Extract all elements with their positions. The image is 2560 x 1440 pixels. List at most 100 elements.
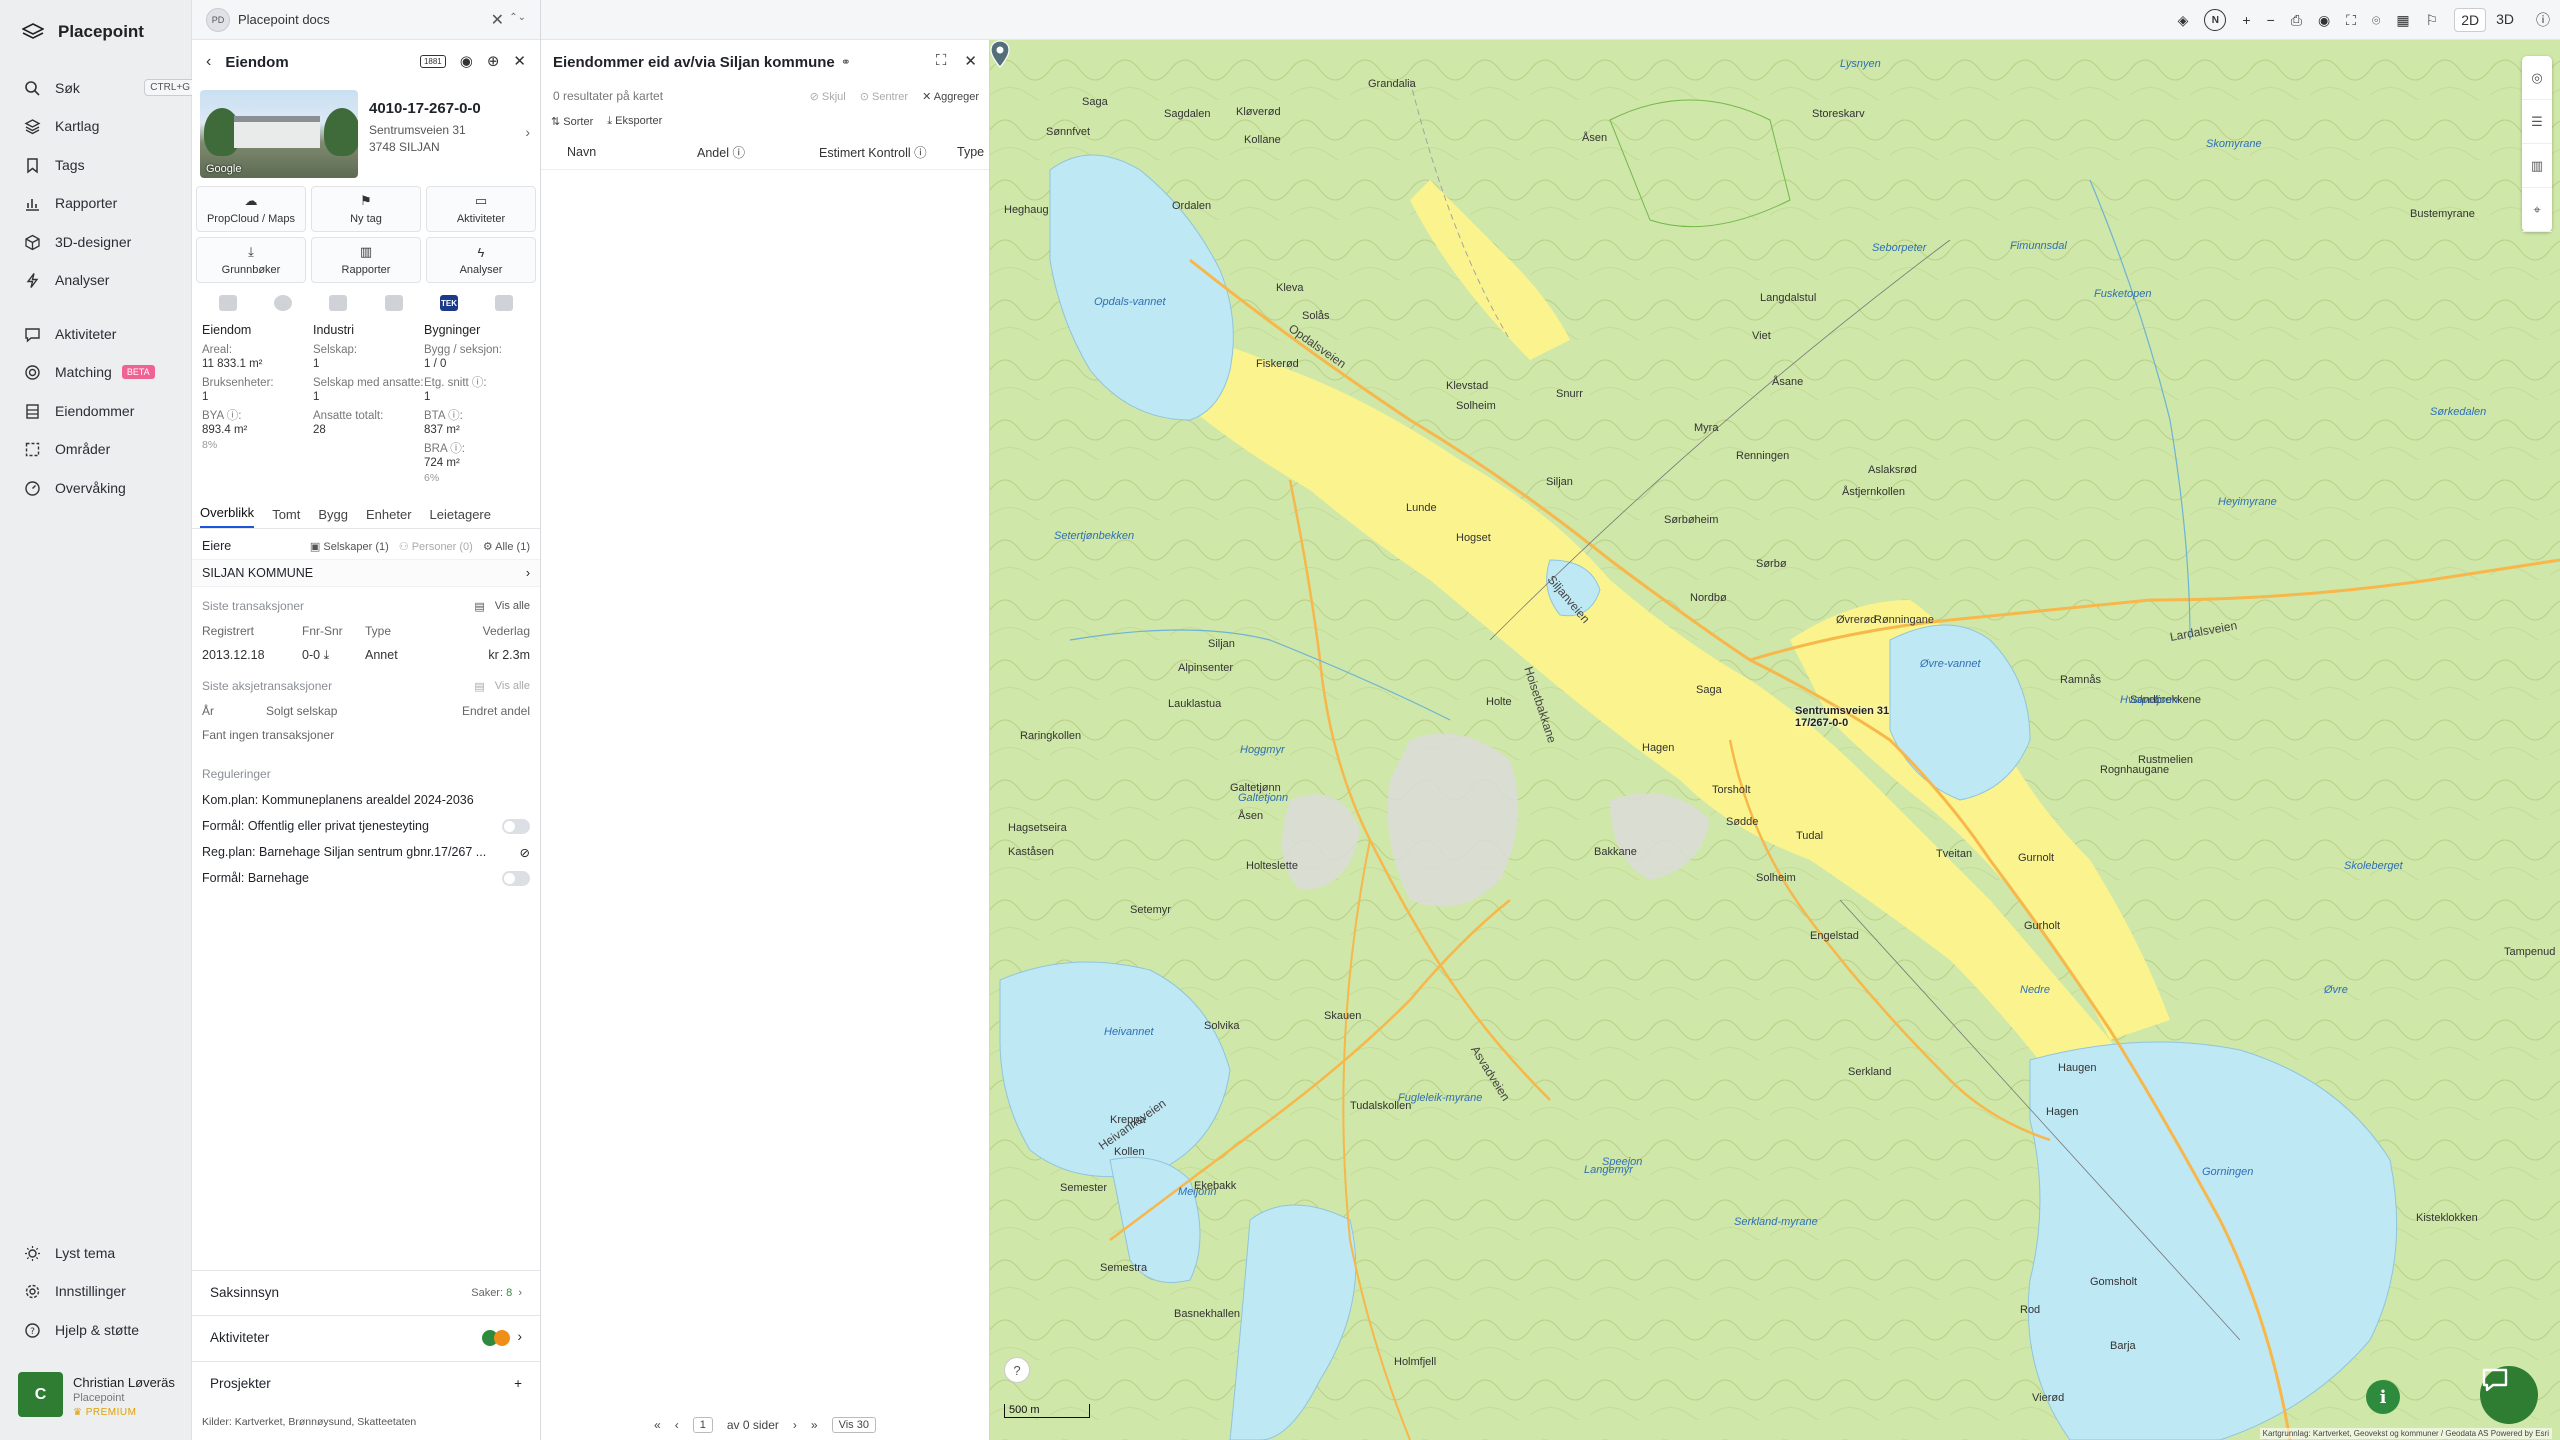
info-icon[interactable]: ⓘ <box>2536 10 2550 30</box>
back-arrow-icon[interactable]: ‹ <box>206 53 211 71</box>
nav-item-rapporter[interactable]: Rapporter <box>24 191 174 215</box>
saksinnsyn-section[interactable]: Saksinnsyn Saker: 8 › <box>192 1270 540 1314</box>
filter-companies[interactable]: ▣ Selskaper (1) <box>310 540 389 553</box>
prev-page-icon[interactable]: ‹ <box>675 1418 679 1432</box>
zoom-out-icon[interactable]: − <box>2267 12 2275 28</box>
hide-button[interactable]: ⊘ Skjul <box>810 90 846 103</box>
view-all-stock[interactable]: ▤ Vis alle <box>474 680 530 693</box>
map-legend-icon[interactable]: ☰ <box>2522 100 2552 144</box>
eye-icon[interactable]: ◉ <box>2318 12 2330 29</box>
tab-tomt[interactable]: Tomt <box>272 507 300 528</box>
tab-bygg[interactable]: Bygg <box>318 507 348 528</box>
nav-item-kartlag[interactable]: Kartlag <box>24 114 174 138</box>
regulation-toggle[interactable] <box>502 818 530 834</box>
nav-item-analyser[interactable]: Analyser <box>24 268 174 292</box>
map-chart-icon[interactable]: ▥ <box>2522 144 2552 188</box>
tab-leietagere[interactable]: Leietagere <box>430 507 491 528</box>
compass-icon[interactable]: N <box>2204 9 2227 31</box>
map-measure-icon[interactable]: ⌖ <box>2522 188 2552 232</box>
chevron-right-icon[interactable]: › <box>525 124 530 140</box>
chat-button[interactable] <box>2480 1366 2538 1424</box>
filter-all[interactable]: ⚙ Alle (1) <box>483 540 530 553</box>
per-page-select[interactable]: Vis 30 <box>831 1417 876 1433</box>
reports-button[interactable]: ▥ Rapporter <box>311 237 421 283</box>
map-layers-icon[interactable]: ◎ <box>2522 56 2552 100</box>
brand[interactable]: Placepoint <box>22 22 144 42</box>
nav-item-eiendommer[interactable]: Eiendommer <box>24 399 174 423</box>
expand-icon[interactable]: ⛶ <box>936 52 947 70</box>
nav-item-aktiviteter[interactable]: Aktiviteter <box>24 322 174 346</box>
info-icon[interactable]: i <box>2366 1380 2400 1414</box>
analyses-button[interactable]: ϟ Analyser <box>426 237 536 283</box>
view-2d-button[interactable]: 2D <box>2454 8 2487 32</box>
filter-persons[interactable]: ⚇ Personer (0) <box>399 540 473 553</box>
regulation-item[interactable]: Kom.plan: Kommuneplanens arealdel 2024-2… <box>202 787 530 813</box>
close-icon[interactable]: ✕ <box>491 10 504 30</box>
street-view-photo[interactable]: Google <box>200 90 358 178</box>
last-page-icon[interactable]: » <box>811 1418 818 1432</box>
close-icon[interactable]: ✕ <box>513 52 526 70</box>
plus-icon[interactable]: + <box>514 1376 522 1391</box>
column-header-type[interactable]: Type <box>957 145 984 159</box>
grid-icon[interactable]: ▦ <box>2396 12 2409 29</box>
column-header-kontroll[interactable]: Estimert Kontroll ⓘ <box>819 142 927 161</box>
source-item[interactable]: Skatteetaten <box>357 1416 416 1428</box>
close-icon[interactable]: ✕ <box>964 52 977 70</box>
industry-icon[interactable] <box>329 295 348 311</box>
nav-item-3d-designer[interactable]: 3D-designer <box>24 230 174 254</box>
location-pin-icon[interactable] <box>990 40 1010 68</box>
nav-item-overvaking[interactable]: Overvåking <box>24 476 174 500</box>
source-item[interactable]: Kartverket, <box>235 1416 286 1428</box>
aggregate-button[interactable]: ✕ Aggreger <box>922 90 979 103</box>
user-profile[interactable]: C Christian Løveräs Placepoint ♛ PREMIUM <box>18 1372 175 1418</box>
next-page-icon[interactable]: › <box>793 1418 797 1432</box>
export-button[interactable]: ⤓ Eksporter <box>607 115 662 128</box>
owner-row[interactable]: SILJAN KOMMUNE › <box>192 559 540 587</box>
print-icon[interactable]: ⎙ <box>2291 12 2302 29</box>
doc-title[interactable]: Placepoint docs <box>238 12 330 27</box>
layers-stack-icon[interactable]: ◈ <box>2178 12 2189 29</box>
first-page-icon[interactable]: « <box>654 1418 661 1432</box>
view-all-transactions[interactable]: ▤ Vis alle <box>474 600 530 613</box>
nav-item-search[interactable]: Søk CTRL+G <box>24 76 196 100</box>
regulation-toggle[interactable] <box>502 870 530 886</box>
projects-section[interactable]: Prosjekter + <box>192 1361 540 1405</box>
nav-item-omrader[interactable]: Områder <box>24 437 174 461</box>
globe-icon[interactable] <box>273 295 292 311</box>
page-input[interactable]: 1 <box>692 1417 713 1433</box>
nav-item-theme[interactable]: Lyst tema <box>24 1241 174 1265</box>
nav-item-settings[interactable]: Innstillinger <box>24 1279 174 1303</box>
activities-section[interactable]: Aktiviteter › <box>192 1315 540 1359</box>
nav-item-help[interactable]: ? Hjelp & støtte <box>24 1318 174 1342</box>
activities-button[interactable]: ▭ Aktiviteter <box>426 186 536 232</box>
regulation-item[interactable]: Formål: Barnehage <box>202 865 530 891</box>
eye-icon[interactable]: ◉ <box>460 52 473 70</box>
add-circle-icon[interactable]: ⊕ <box>487 52 500 70</box>
tab-overblikk[interactable]: Overblikk <box>200 505 255 528</box>
sort-button[interactable]: ⇅ Sorter <box>551 115 593 128</box>
grunnboker-button[interactable]: ⤓ Grunnbøker <box>196 237 306 283</box>
house-icon[interactable] <box>495 295 514 311</box>
center-button[interactable]: ⊙ Sentrer <box>860 90 908 103</box>
link-icon[interactable]: ⊘ <box>520 845 530 860</box>
nav-item-tags[interactable]: Tags <box>24 153 174 177</box>
table-row[interactable]: 2013.12.18 0-0 ⤓ Annet kr 2.3m <box>202 643 530 667</box>
bookmark-icon[interactable]: ⚐ <box>2426 12 2439 29</box>
register-icon[interactable] <box>218 295 237 311</box>
column-header-andel[interactable]: Andel ⓘ <box>697 142 745 161</box>
property-summary[interactable]: Google 4010-17-267-0-0 Sentrumsveien 31 … <box>192 84 540 178</box>
regulation-item[interactable]: Formål: Offentlig eller privat tjenestey… <box>202 813 530 839</box>
map-canvas[interactable]: Grandalia Saga Sagdalen Kløverød Kollane… <box>990 40 2560 1440</box>
view-3d-button[interactable]: 3D <box>2490 8 2520 32</box>
propcloud-button[interactable]: ☁ PropCloud / Maps <box>196 186 306 232</box>
tab-enheter[interactable]: Enheter <box>366 507 412 528</box>
zoom-in-icon[interactable]: + <box>2242 12 2250 28</box>
link-icon[interactable]: ⚭ <box>841 55 851 69</box>
fullscreen-icon[interactable]: ⛶ <box>2346 12 2356 29</box>
download-icon[interactable]: ⤓ <box>324 648 330 662</box>
camera-icon[interactable]: ⌾ <box>2372 12 2380 29</box>
nav-item-matching[interactable]: Matching BETA <box>24 360 174 384</box>
regulation-item[interactable]: Reg.plan: Barnehage Siljan sentrum gbnr.… <box>202 839 530 865</box>
new-tag-button[interactable]: ⚑ Ny tag <box>311 186 421 232</box>
chevron-updown-icon[interactable]: ⌃⌄ <box>509 12 526 23</box>
